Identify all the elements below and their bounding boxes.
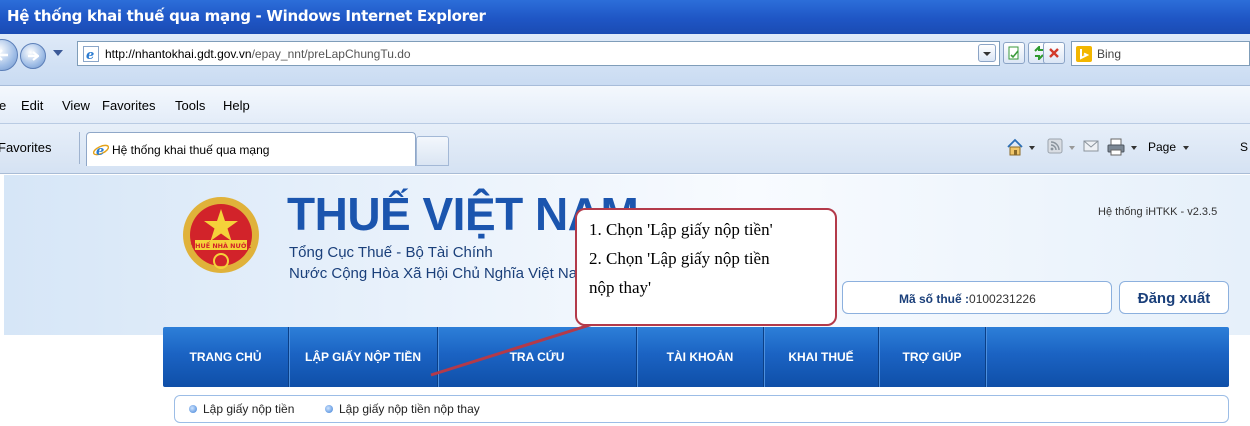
callout-line-3: nộp thay' [589,278,652,297]
instruction-callout: 1. Chọn 'Lập giấy nộp tiền' 2. Chọn 'Lập… [575,208,837,326]
callout-line-2: 2. Chọn 'Lập giấy nộp tiền [589,249,770,268]
callout-line-1: 1. Chọn 'Lập giấy nộp tiền' [589,220,773,239]
